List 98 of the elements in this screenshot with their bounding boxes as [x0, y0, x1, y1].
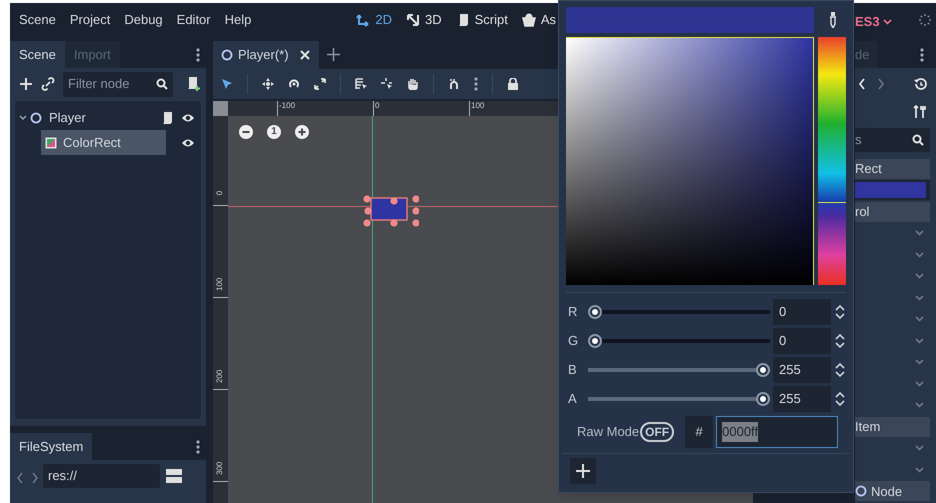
- renderer-label[interactable]: ES3: [855, 12, 880, 32]
- section-header[interactable]: Item: [855, 416, 930, 437]
- chevron-down-icon[interactable]: [915, 230, 924, 236]
- ruler-label: 0: [375, 102, 380, 110]
- menu-item[interactable]: Scene: [12, 8, 63, 32]
- hash-label: #: [685, 416, 714, 448]
- filter-field[interactable]: Filter node: [63, 72, 173, 96]
- more-options-icon[interactable]: [474, 77, 478, 91]
- menu-item[interactable]: Editor: [170, 8, 218, 32]
- eye-icon[interactable]: [181, 112, 195, 122]
- section-header[interactable]: Rect: [855, 158, 930, 179]
- add-icon: [576, 464, 590, 478]
- node-button[interactable]: Node: [855, 481, 930, 502]
- main-screen-tab[interactable]: 3D: [406, 10, 442, 30]
- menu-item[interactable]: Project: [62, 8, 118, 32]
- tools-icon[interactable]: [913, 105, 927, 119]
- channel-label: B: [568, 361, 578, 380]
- dock-tab[interactable]: Scene: [10, 41, 65, 68]
- dock-tab[interactable]: FileSystem: [10, 433, 92, 460]
- chevron-down-icon[interactable]: [19, 114, 27, 120]
- ruler-corner: [213, 101, 228, 116]
- more-options-icon[interactable]: [920, 48, 924, 62]
- spin-arrows-icon[interactable]: [835, 392, 845, 406]
- ruler-label: 100: [471, 102, 484, 110]
- circle-icon: [30, 112, 42, 124]
- chevron-down-icon[interactable]: [915, 338, 924, 344]
- main-screen-tab[interactable]: 2D: [356, 10, 392, 30]
- raw-mode-label: Raw Mode: [577, 423, 640, 442]
- channel-label: R: [568, 303, 578, 322]
- hex-field[interactable]: 0000ff: [716, 416, 838, 448]
- spinner-icon: [918, 13, 932, 27]
- saturation-value-area[interactable]: [566, 37, 814, 285]
- add-preset-button[interactable]: [570, 458, 596, 484]
- color-swatch[interactable]: [855, 182, 926, 198]
- split-view-icon[interactable]: [166, 469, 182, 483]
- ruler-label: 200: [216, 371, 224, 383]
- circle-icon: [221, 49, 233, 61]
- spin-box[interactable]: 0: [773, 299, 831, 325]
- chevron-down-icon[interactable]: [915, 273, 924, 280]
- main-screen-tab[interactable]: As: [522, 10, 556, 30]
- tree-item[interactable]: Player: [48, 108, 87, 128]
- spin-box[interactable]: 0: [773, 328, 831, 354]
- more-options-icon[interactable]: [196, 48, 200, 62]
- script-icon[interactable]: [161, 110, 173, 124]
- ruler-label: -100: [279, 102, 296, 110]
- chevron-down-icon[interactable]: [915, 252, 924, 258]
- tree-item[interactable]: ColorRect: [41, 130, 166, 155]
- add-icon[interactable]: [326, 48, 340, 61]
- ruler-label: 300: [216, 463, 224, 475]
- zoom-in-icon[interactable]: [295, 125, 309, 139]
- list-select-icon[interactable]: [355, 78, 367, 90]
- spin-box[interactable]: 255: [773, 386, 831, 412]
- move-icon[interactable]: [262, 78, 274, 90]
- channel-label: G: [568, 332, 580, 350]
- search-icon: [156, 78, 168, 90]
- back-forward-icon[interactable]: [859, 78, 885, 90]
- chevron-down-icon[interactable]: [915, 359, 924, 366]
- chevron-down-icon[interactable]: [915, 380, 924, 387]
- spin-arrows-icon[interactable]: [835, 363, 845, 377]
- more-options-icon[interactable]: [196, 440, 200, 454]
- close-icon[interactable]: [298, 49, 311, 61]
- eyedropper-icon[interactable]: [829, 12, 837, 28]
- chevron-down-icon[interactable]: [915, 402, 924, 408]
- hand-icon[interactable]: [407, 78, 419, 90]
- circle-icon: [855, 485, 867, 498]
- editor-tab[interactable]: Player(*): [213, 41, 319, 69]
- menu-item[interactable]: Help: [218, 8, 258, 32]
- main-screen-tab[interactable]: Script: [456, 10, 508, 30]
- attach-script-icon[interactable]: [185, 76, 201, 92]
- search-icon: [912, 134, 924, 146]
- lock-icon[interactable]: [507, 78, 519, 90]
- section-header[interactable]: rol: [855, 202, 930, 222]
- chevron-down-icon[interactable]: [915, 316, 924, 322]
- rotate-icon[interactable]: [288, 78, 300, 90]
- scale-icon[interactable]: [314, 78, 326, 90]
- spin-arrows-icon[interactable]: [835, 305, 845, 319]
- color-rect-icon: [45, 136, 57, 148]
- chevron-down-icon[interactable]: [915, 294, 924, 301]
- search-field[interactable]: s: [855, 128, 930, 152]
- zoom-reset-button[interactable]: 1: [267, 125, 281, 139]
- chevron-down-icon[interactable]: [915, 445, 924, 452]
- link-icon[interactable]: [41, 77, 55, 91]
- magnet-icon[interactable]: [448, 78, 460, 90]
- chevron-down-icon[interactable]: [882, 18, 892, 25]
- chevron-down-icon[interactable]: [915, 466, 924, 473]
- channel-label: A: [568, 390, 578, 408]
- ruler-label: 0: [216, 190, 224, 198]
- basket-icon: [522, 13, 536, 27]
- zoom-out-icon[interactable]: [239, 125, 253, 139]
- history-icon[interactable]: [913, 77, 927, 91]
- path-field[interactable]: res://: [43, 464, 160, 488]
- spin-box[interactable]: 255: [773, 357, 831, 383]
- menu-item[interactable]: Debug: [117, 8, 170, 32]
- spin-arrows-icon[interactable]: [835, 334, 845, 348]
- select-arrow-icon[interactable]: [221, 78, 233, 90]
- raw-mode-toggle[interactable]: OFF: [640, 422, 674, 442]
- eye-icon[interactable]: [181, 138, 195, 148]
- ruler-label: 100: [216, 279, 224, 291]
